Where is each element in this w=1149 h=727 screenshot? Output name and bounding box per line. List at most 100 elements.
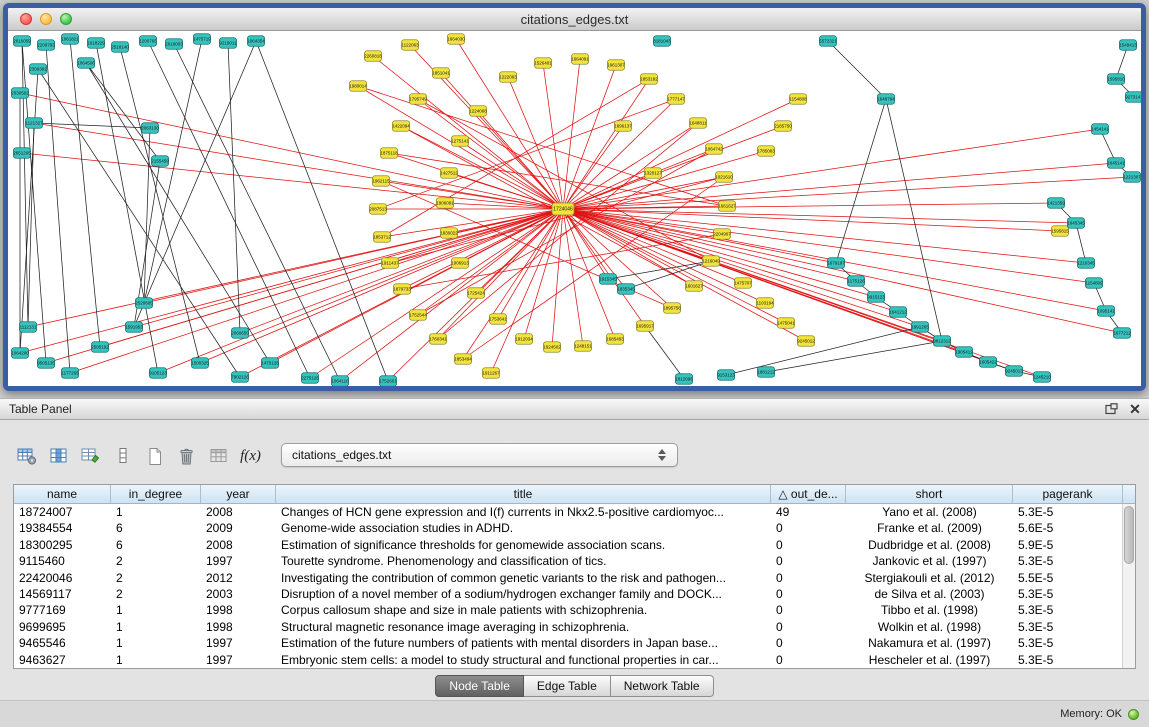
network-node[interactable]: 1154808 xyxy=(789,94,807,105)
network-node[interactable]: 1906091 xyxy=(436,198,454,209)
zoom-button[interactable] xyxy=(60,13,72,25)
column-header-year[interactable]: year xyxy=(201,485,276,504)
network-node[interactable]: 1591953 xyxy=(125,322,143,333)
network-node[interactable]: 1895758 xyxy=(663,303,681,314)
network-node[interactable]: 8181043 xyxy=(653,36,671,47)
network-node[interactable]: 1853494 xyxy=(454,354,472,365)
network-node[interactable]: 2260818 xyxy=(364,51,382,62)
network-node[interactable]: 1122063 xyxy=(401,40,419,51)
network-node[interactable]: 2651205 xyxy=(13,148,31,159)
network-node[interactable]: 9505135 xyxy=(37,358,55,369)
network-node[interactable]: 1661627 xyxy=(718,201,736,212)
network-node[interactable]: 2209793 xyxy=(37,40,55,51)
close-panel-icon[interactable]: ✕ xyxy=(1125,401,1145,417)
network-node[interactable]: 1924502 xyxy=(543,342,561,353)
network-node[interactable]: 2087513 xyxy=(369,204,387,215)
table-row[interactable]: 1938455462009Genome-wide association stu… xyxy=(14,520,1135,536)
network-node[interactable]: 1664030 xyxy=(447,34,465,45)
network-node[interactable]: 1991265 xyxy=(911,322,929,333)
network-node[interactable]: 1422094 xyxy=(392,121,410,132)
network-node[interactable]: 1911437 xyxy=(381,258,399,269)
network-node[interactable]: 1752601 xyxy=(379,376,397,386)
network-node[interactable]: 1961307 xyxy=(607,60,625,71)
network-node[interactable]: 2060650 xyxy=(231,328,249,339)
network-node[interactable]: 1154809 xyxy=(1085,278,1103,289)
network-node[interactable]: 2616059 xyxy=(13,36,31,47)
network-node[interactable]: 1875118 xyxy=(380,148,398,159)
network-node[interactable]: 1095141 xyxy=(1097,306,1115,317)
network-node[interactable]: 1645345 xyxy=(1067,218,1085,229)
column-visibility-icon[interactable] xyxy=(46,444,71,469)
network-node[interactable]: 1500325 xyxy=(191,358,209,369)
table-row[interactable]: 946554611997Estimation of the future num… xyxy=(14,635,1135,651)
network-node[interactable]: 1695917 xyxy=(636,321,654,332)
scrollbar-thumb[interactable] xyxy=(1124,506,1134,564)
network-node[interactable]: 1248151 xyxy=(574,341,592,352)
tab-edge-table[interactable]: Edge Table xyxy=(524,675,611,697)
network-node[interactable]: 1475041 xyxy=(777,318,795,329)
network-node[interactable]: 1221307 xyxy=(1123,172,1141,183)
network-node[interactable]: 1679197 xyxy=(827,258,845,269)
network-node[interactable]: 1064506 xyxy=(77,58,95,69)
network-node[interactable]: 1725424 xyxy=(467,288,485,299)
network-node[interactable]: 1752544 xyxy=(409,310,427,321)
table-row[interactable]: 969969511998Structural magnetic resonanc… xyxy=(14,619,1135,635)
function-builder-icon[interactable]: f(x) xyxy=(238,444,263,469)
network-node[interactable]: 1962115 xyxy=(372,176,390,187)
network-node[interactable]: 1245210 xyxy=(1033,372,1051,383)
float-panel-icon[interactable] xyxy=(1101,401,1121,417)
table-row[interactable]: 1830029562008Estimation of significance … xyxy=(14,537,1135,553)
network-canvas[interactable]: 1724046185104117957491422094187511819621… xyxy=(8,31,1141,386)
network-node[interactable]: 1853712 xyxy=(373,232,391,243)
window-titlebar[interactable]: citations_edges.txt xyxy=(8,8,1141,31)
network-node[interactable]: 1112131 xyxy=(20,322,37,333)
network-node[interactable]: 1648794 xyxy=(877,94,895,105)
network-node[interactable]: 2030502 xyxy=(11,88,29,99)
column-header-name[interactable]: name xyxy=(14,485,111,504)
network-node[interactable]: 1785083 xyxy=(757,146,775,157)
network-node[interactable]: 2520605 xyxy=(135,298,153,309)
network-node[interactable]: 1275141 xyxy=(451,136,469,147)
network-node[interactable]: 1421359 xyxy=(1047,198,1065,209)
network-node[interactable]: 1021610 xyxy=(715,172,733,183)
network-node[interactable]: 9245012 xyxy=(797,336,815,347)
network-node[interactable]: 5572321 xyxy=(819,36,837,47)
network-node[interactable]: 1645141 xyxy=(1107,158,1125,169)
table-row[interactable]: 1872400712008Changes of HCN gene express… xyxy=(14,504,1135,520)
network-node[interactable]: 1853182 xyxy=(640,74,658,85)
network-node[interactable]: 2505192 xyxy=(91,342,109,353)
network-node[interactable]: 1475719 xyxy=(193,34,211,45)
network-node[interactable]: 1595815 xyxy=(1051,226,1069,237)
network-node[interactable]: 9105123 xyxy=(149,368,167,379)
network-node[interactable]: 9219011 xyxy=(219,38,237,49)
network-node[interactable]: 1601627 xyxy=(685,281,703,292)
import-table-icon[interactable] xyxy=(206,444,231,469)
network-node[interactable]: 9153123 xyxy=(717,370,735,381)
network-node[interactable]: 1685493 xyxy=(606,334,624,345)
network-node[interactable]: 1475707 xyxy=(734,278,752,289)
network-node[interactable]: 1061821 xyxy=(61,34,79,45)
table-row[interactable]: 1456911722003Disruption of a novel membe… xyxy=(14,586,1135,602)
network-hub-node[interactable]: 1724046 xyxy=(552,203,574,215)
table-row[interactable]: 911546021997Tourette syndrome. Phenomeno… xyxy=(14,553,1135,569)
network-node[interactable]: 1912034 xyxy=(515,334,533,345)
network-node[interactable]: 1549413 xyxy=(1119,40,1137,51)
network-node[interactable]: 9812312 xyxy=(933,336,951,347)
network-node[interactable]: 1605422 xyxy=(979,357,997,368)
network-node[interactable]: 1696137 xyxy=(614,121,632,132)
network-node[interactable]: 2185750 xyxy=(774,121,792,132)
column-header-in-degree[interactable]: in_degree xyxy=(111,485,201,504)
network-node[interactable]: 2275126 xyxy=(301,373,319,384)
network-node[interactable]: 1427512 xyxy=(440,168,458,179)
table-row[interactable]: 946362711997Embryonic stem cells: a mode… xyxy=(14,652,1135,668)
table-row[interactable]: 977716911998Corpus callosum shape and si… xyxy=(14,602,1135,618)
network-node[interactable]: 1595810 xyxy=(1107,74,1125,85)
network-node[interactable]: 1320127 xyxy=(644,168,662,179)
network-node[interactable]: 1177265 xyxy=(61,368,79,379)
network-node[interactable]: 1618229 xyxy=(87,38,105,49)
column-header-out-de-[interactable]: △ out_de... xyxy=(771,485,846,504)
column-header-title[interactable]: title xyxy=(276,485,771,504)
network-node[interactable]: 2155459 xyxy=(151,156,169,167)
network-node[interactable]: 7902126 xyxy=(231,372,249,383)
network-node[interactable]: 1064200 xyxy=(11,348,29,359)
